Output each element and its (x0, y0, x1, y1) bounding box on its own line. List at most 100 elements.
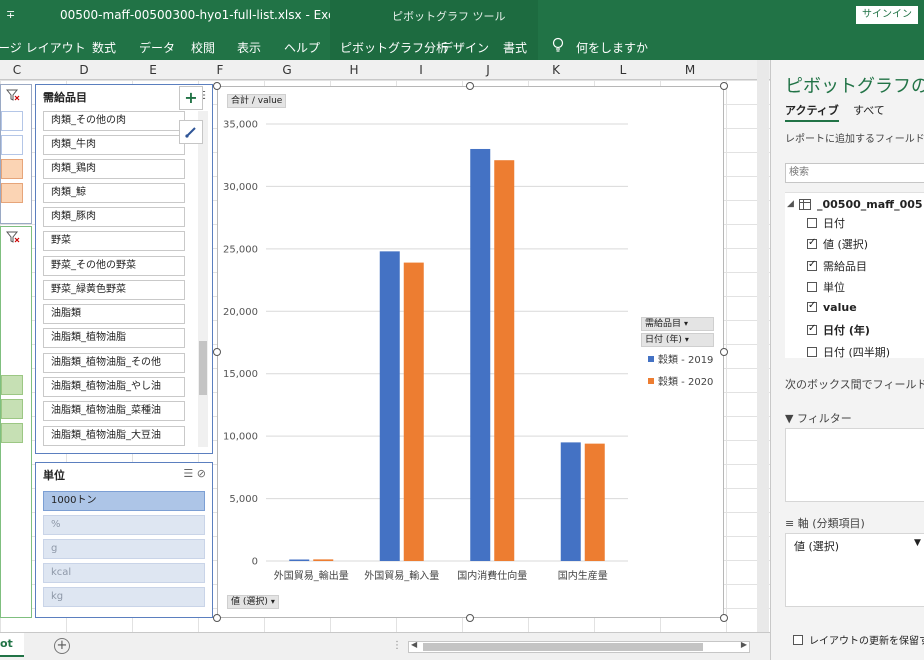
slicer-item[interactable]: kg (43, 587, 205, 607)
axis-field-button[interactable]: 値 (選択) ▾ (227, 595, 279, 609)
multi-select-icon[interactable]: ☰ ⊘ (183, 467, 206, 480)
chevron-down-icon[interactable]: ▼ (914, 538, 921, 548)
resize-handle[interactable] (720, 348, 728, 356)
tab-format[interactable]: 書式 (503, 39, 527, 56)
slicer-item[interactable] (1, 423, 23, 443)
resize-handle[interactable] (466, 82, 474, 90)
tab-help[interactable]: ヘルプ (284, 39, 320, 56)
scroll-left-icon[interactable]: ◀ (411, 640, 417, 649)
slicer-item[interactable] (1, 111, 23, 131)
tab-review[interactable]: 校閲 (191, 39, 215, 56)
slicer-unit[interactable]: 単位 ☰ ⊘ 1000トン % g kcal kg (35, 462, 213, 618)
column-header[interactable]: H (320, 63, 388, 77)
filter-drop-area[interactable] (785, 428, 924, 502)
slicer-item[interactable]: g (43, 539, 205, 559)
column-header[interactable]: J (454, 63, 522, 77)
slicer-item[interactable] (1, 399, 23, 419)
slicer-item[interactable]: 油脂類_植物油脂 (43, 328, 185, 348)
slicer-item[interactable]: 肉類_鶏肉 (43, 159, 185, 179)
slicer-item[interactable]: 油脂類_植物油脂_菜種油 (43, 401, 185, 421)
slicer-item[interactable]: 野菜 (43, 231, 185, 251)
checkbox-checked-icon[interactable] (807, 300, 817, 312)
axis-field-chip[interactable]: 値 (選択) (794, 538, 839, 554)
axis-drop-area[interactable]: 値 (選択) ▼ (785, 533, 924, 607)
checkbox-icon[interactable] (807, 282, 817, 292)
field-date[interactable]: 日付 (807, 215, 845, 231)
checkbox-checked-icon[interactable] (807, 259, 817, 271)
slicer-item[interactable] (1, 159, 23, 179)
tab-splitter-icon[interactable]: ⋮ (392, 640, 402, 651)
slicer-item-selected[interactable]: 1000トン (43, 491, 205, 511)
field-search-input[interactable]: 検索 (785, 163, 924, 183)
value-field-button[interactable]: 合計 / value (227, 94, 287, 108)
column-header[interactable]: C (0, 63, 34, 77)
scroll-right-icon[interactable]: ▶ (741, 640, 747, 649)
field-value-select[interactable]: 値 (選択) (807, 236, 868, 252)
slicer-item[interactable] (1, 375, 23, 395)
resize-handle[interactable] (720, 82, 728, 90)
sheet-vertical-scrollbar[interactable] (757, 60, 769, 660)
tab-all-fields[interactable]: すべて (853, 102, 885, 118)
defer-update-option[interactable]: レイアウトの更新を保留す (793, 632, 924, 647)
scrollbar-thumb[interactable] (199, 341, 207, 395)
resize-handle[interactable] (213, 614, 221, 622)
field-value[interactable]: value (807, 300, 857, 314)
chart-styles-brush-icon[interactable] (179, 120, 203, 144)
tab-data[interactable]: データ (139, 39, 175, 56)
slicer-item[interactable]: 肉類_豚肉 (43, 207, 185, 227)
column-header[interactable]: L (590, 63, 656, 77)
clear-filter-icon[interactable] (6, 89, 20, 101)
checkbox-icon[interactable] (793, 635, 803, 645)
scrollbar-thumb[interactable] (423, 643, 703, 651)
collapse-icon[interactable]: ◢ (787, 199, 794, 209)
slicer-item[interactable]: 肉類_鯨 (43, 183, 185, 203)
slicer-item[interactable]: 油脂類_植物油脂_その他 (43, 353, 185, 373)
pivot-chart[interactable]: 35,000 30,000 25,000 20,000 15,000 10,000 5,00… (217, 86, 724, 618)
column-header[interactable]: K (522, 63, 590, 77)
slicer-item[interactable]: 野菜_緑黄色野菜 (43, 280, 185, 300)
chart-elements-plus-icon[interactable]: + (179, 86, 203, 110)
slicer-item[interactable]: 油脂類 (43, 304, 185, 324)
signin-button[interactable]: サインイン (856, 6, 918, 24)
column-header[interactable]: E (118, 63, 188, 77)
resize-handle[interactable] (213, 348, 221, 356)
tab-view[interactable]: 表示 (237, 39, 261, 56)
slicer-item[interactable]: 肉類_牛肉 (43, 135, 185, 155)
slicer-item[interactable] (1, 135, 23, 155)
slicer-item[interactable] (1, 183, 23, 203)
slicer-item[interactable]: 油脂類_植物油脂_大豆油 (43, 426, 185, 446)
horizontal-scrollbar[interactable]: ◀ ▶ (408, 640, 750, 653)
column-header[interactable]: F (188, 63, 252, 77)
slicer-item[interactable]: kcal (43, 563, 205, 583)
legend-field-button-year[interactable]: 日付 (年) ▾ (641, 333, 714, 347)
resize-handle[interactable] (720, 614, 728, 622)
slicer-scrollbar[interactable] (198, 111, 208, 447)
slicer-item[interactable]: 肉類_その他の肉 (43, 111, 185, 131)
table-name[interactable]: _00500_maff_005 (817, 198, 923, 211)
resize-handle[interactable] (213, 82, 221, 90)
checkbox-checked-icon[interactable] (807, 323, 817, 335)
tab-formulas[interactable]: 数式 (92, 39, 116, 56)
tab-pivotchart-analyze[interactable]: ピボットグラフ分析 (340, 39, 448, 56)
slicer-item[interactable]: 油脂類_植物油脂_やし油 (43, 377, 185, 397)
tab-active-fields[interactable]: アクティブ (785, 102, 839, 122)
add-sheet-icon[interactable]: + (54, 638, 70, 654)
tab-page-layout[interactable]: ージ レイアウト (0, 39, 86, 56)
column-header[interactable]: I (388, 63, 454, 77)
tell-me-search[interactable]: 何をしますか (576, 39, 648, 56)
field-date-year[interactable]: 日付 (年) (807, 322, 870, 338)
checkbox-icon[interactable] (807, 347, 817, 357)
field-date-quarter[interactable]: 日付 (四半期) (807, 344, 890, 360)
legend-field-button-item[interactable]: 需給品目 ▾ (641, 317, 714, 331)
checkbox-checked-icon[interactable] (807, 237, 817, 249)
field-supply-item[interactable]: 需給品目 (807, 258, 867, 274)
clear-filter-icon[interactable] (6, 231, 20, 243)
tab-design[interactable]: デザイン (441, 39, 489, 56)
resize-handle[interactable] (466, 614, 474, 622)
column-header[interactable]: G (254, 63, 320, 77)
checkbox-icon[interactable] (807, 218, 817, 228)
quick-access-icon[interactable]: ∓ (6, 8, 15, 21)
column-header[interactable]: M (656, 63, 724, 77)
slicer-item[interactable]: % (43, 515, 205, 535)
field-unit[interactable]: 単位 (807, 279, 845, 295)
